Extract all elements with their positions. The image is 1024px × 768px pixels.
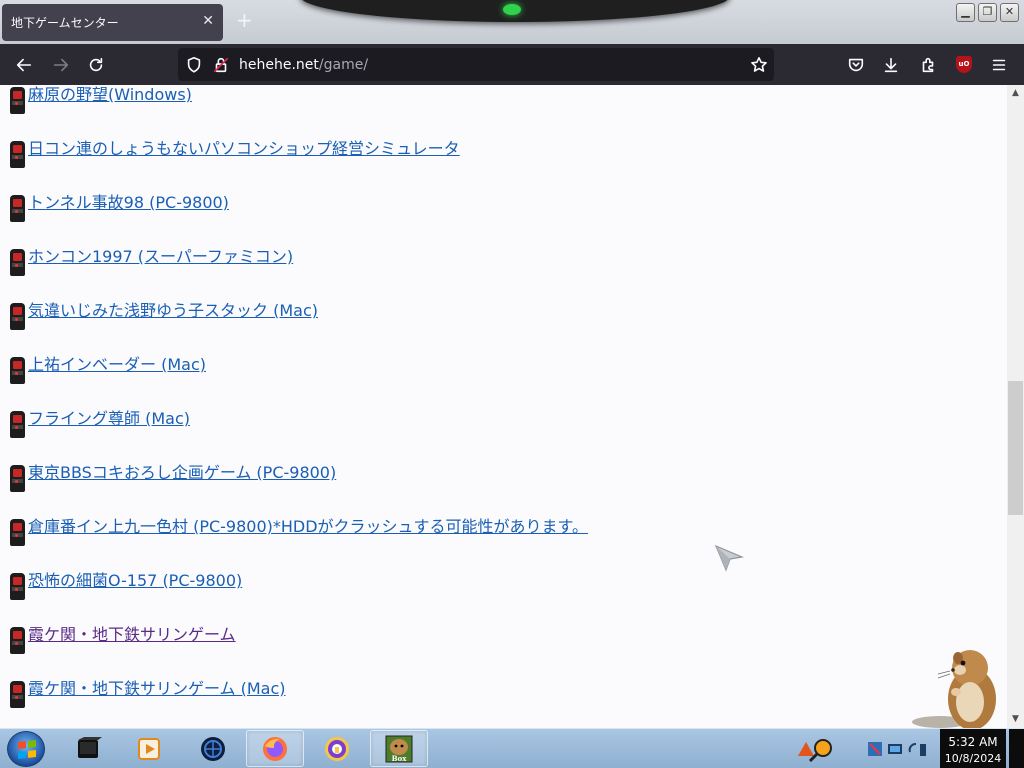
game-link[interactable]: 気違いじみた浅野ゆう子スタック (Mac) bbox=[28, 297, 318, 321]
system-tray bbox=[790, 730, 940, 768]
screen: 地下ゲームセンター ✕ + ▁ ❐ ✕ hehehe.net/game/ uO … bbox=[0, 0, 1024, 768]
arcade-cabinet-icon bbox=[8, 681, 28, 708]
insecure-lock-icon[interactable] bbox=[210, 54, 232, 76]
arcade-cabinet-icon bbox=[8, 195, 28, 222]
downloads-icon[interactable] bbox=[880, 54, 902, 76]
address-bar[interactable]: hehehe.net/game/ bbox=[178, 48, 774, 81]
clock-date: 10/8/2024 bbox=[944, 752, 1002, 765]
game-link[interactable]: 霞ケ関・地下鉄サリンゲーム bbox=[28, 621, 236, 645]
tab-active[interactable]: 地下ゲームセンター ✕ bbox=[2, 4, 223, 41]
scroll-down-icon[interactable]: ▼ bbox=[1007, 711, 1024, 728]
forward-icon[interactable] bbox=[50, 54, 72, 76]
desktop-ornament bbox=[300, 0, 730, 22]
game-link[interactable]: 東京BBSコキおろし企画ゲーム (PC-9800) bbox=[28, 459, 336, 483]
arcade-cabinet-icon bbox=[8, 303, 28, 330]
pocket-icon[interactable] bbox=[845, 54, 867, 76]
arcade-cabinet-icon bbox=[8, 87, 28, 114]
arcade-cabinet-icon bbox=[8, 519, 28, 546]
firefox-icon bbox=[263, 736, 287, 761]
box-label: Box bbox=[392, 754, 408, 763]
window-close-button[interactable]: ✕ bbox=[1000, 3, 1019, 22]
navigation-toolbar: hehehe.net/game/ uO bbox=[0, 44, 1024, 85]
game-link[interactable]: 上祐インベーダー (Mac) bbox=[28, 351, 206, 375]
tray-app-icon[interactable] bbox=[792, 736, 836, 762]
game-link[interactable]: フライング尊師 (Mac) bbox=[28, 405, 190, 429]
hamburger-menu-icon[interactable] bbox=[988, 54, 1010, 76]
game-link[interactable]: 麻原の野望(Windows) bbox=[28, 85, 192, 105]
window-restore-button[interactable]: ❐ bbox=[978, 3, 997, 22]
arcade-cabinet-icon bbox=[8, 357, 28, 384]
game-link[interactable]: 日コン連のしょうもないパソコンショップ経営シミュレータ bbox=[28, 135, 460, 159]
new-tab-icon[interactable]: + bbox=[236, 10, 253, 30]
reload-icon[interactable] bbox=[85, 54, 107, 76]
taskbar-media-player-button[interactable] bbox=[120, 730, 178, 767]
arcade-cabinet-icon bbox=[8, 141, 28, 168]
url-host: hehehe.net bbox=[239, 57, 319, 73]
extensions-icon[interactable] bbox=[917, 54, 939, 76]
scrollbar-thumb[interactable] bbox=[1008, 381, 1023, 515]
arcade-cabinet-icon bbox=[8, 573, 28, 600]
scroll-up-icon[interactable]: ▲ bbox=[1007, 85, 1024, 102]
game-link[interactable]: ホンコン1997 (スーパーファミコン) bbox=[28, 243, 293, 267]
taskbar-hamster-box-button[interactable]: Box bbox=[370, 730, 428, 767]
bookmark-star-icon[interactable] bbox=[748, 54, 770, 76]
game-link[interactable]: 倉庫番イン上九一色村 (PC-9800)*HDDがクラッシュする可能性があります… bbox=[28, 513, 588, 537]
game-link[interactable]: トンネル事故98 (PC-9800) bbox=[28, 189, 229, 213]
taskbar: Box 5:32 AM 10/8/2024 bbox=[0, 728, 1024, 768]
arcade-cabinet-icon bbox=[8, 249, 28, 276]
taskbar-firefox-button[interactable] bbox=[246, 730, 304, 767]
start-button[interactable] bbox=[7, 731, 45, 767]
windows-logo-icon bbox=[18, 740, 36, 759]
show-desktop-button[interactable] bbox=[1009, 729, 1024, 768]
clock-time: 5:32 AM bbox=[948, 735, 998, 749]
taskbar-browser-globe-button[interactable] bbox=[184, 730, 242, 767]
ornament-light bbox=[503, 4, 521, 15]
arcade-cabinet-icon bbox=[8, 465, 28, 492]
taskbar-private-browser-button[interactable] bbox=[308, 730, 366, 767]
tab-title: 地下ゲームセンター bbox=[11, 16, 119, 30]
tracking-protection-shield-icon[interactable] bbox=[183, 54, 205, 76]
tray-status-icons[interactable] bbox=[866, 738, 932, 762]
system-clock[interactable]: 5:32 AM 10/8/2024 bbox=[940, 729, 1006, 768]
media-player-icon bbox=[138, 737, 160, 760]
arcade-cabinet-icon bbox=[8, 411, 28, 438]
url-path: /game/ bbox=[318, 57, 369, 73]
browser-tab-strip: 地下ゲームセンター ✕ + ▁ ❐ ✕ bbox=[0, 0, 1024, 44]
back-icon[interactable] bbox=[13, 54, 35, 76]
hamster-mascot-icon bbox=[912, 650, 996, 730]
private-browser-icon bbox=[325, 736, 349, 761]
ublock-origin-icon[interactable]: uO bbox=[956, 56, 972, 73]
url-text[interactable]: hehehe.net/game/ bbox=[239, 57, 368, 73]
arcade-cabinet-icon bbox=[8, 627, 28, 654]
hamster-box-icon: Box bbox=[385, 735, 413, 763]
vertical-scrollbar[interactable]: ▲ ▼ bbox=[1007, 85, 1024, 728]
game-link[interactable]: 恐怖の細菌O-157 (PC-9800) bbox=[28, 567, 242, 591]
browser-globe-icon bbox=[201, 736, 225, 761]
game-link[interactable]: 霞ケ関・地下鉄サリンゲーム (Mac) bbox=[28, 675, 286, 699]
page-content: 麻原の野望(Windows) 日コン連のしょうもないパソコンショップ経営シミュレー… bbox=[0, 85, 1007, 728]
mouse-cursor-icon bbox=[714, 544, 744, 572]
close-tab-icon[interactable]: ✕ bbox=[202, 13, 214, 29]
taskbar-media-center-button[interactable] bbox=[60, 730, 118, 767]
media-center-icon bbox=[78, 736, 102, 758]
window-minimize-button[interactable]: ▁ bbox=[956, 3, 975, 22]
